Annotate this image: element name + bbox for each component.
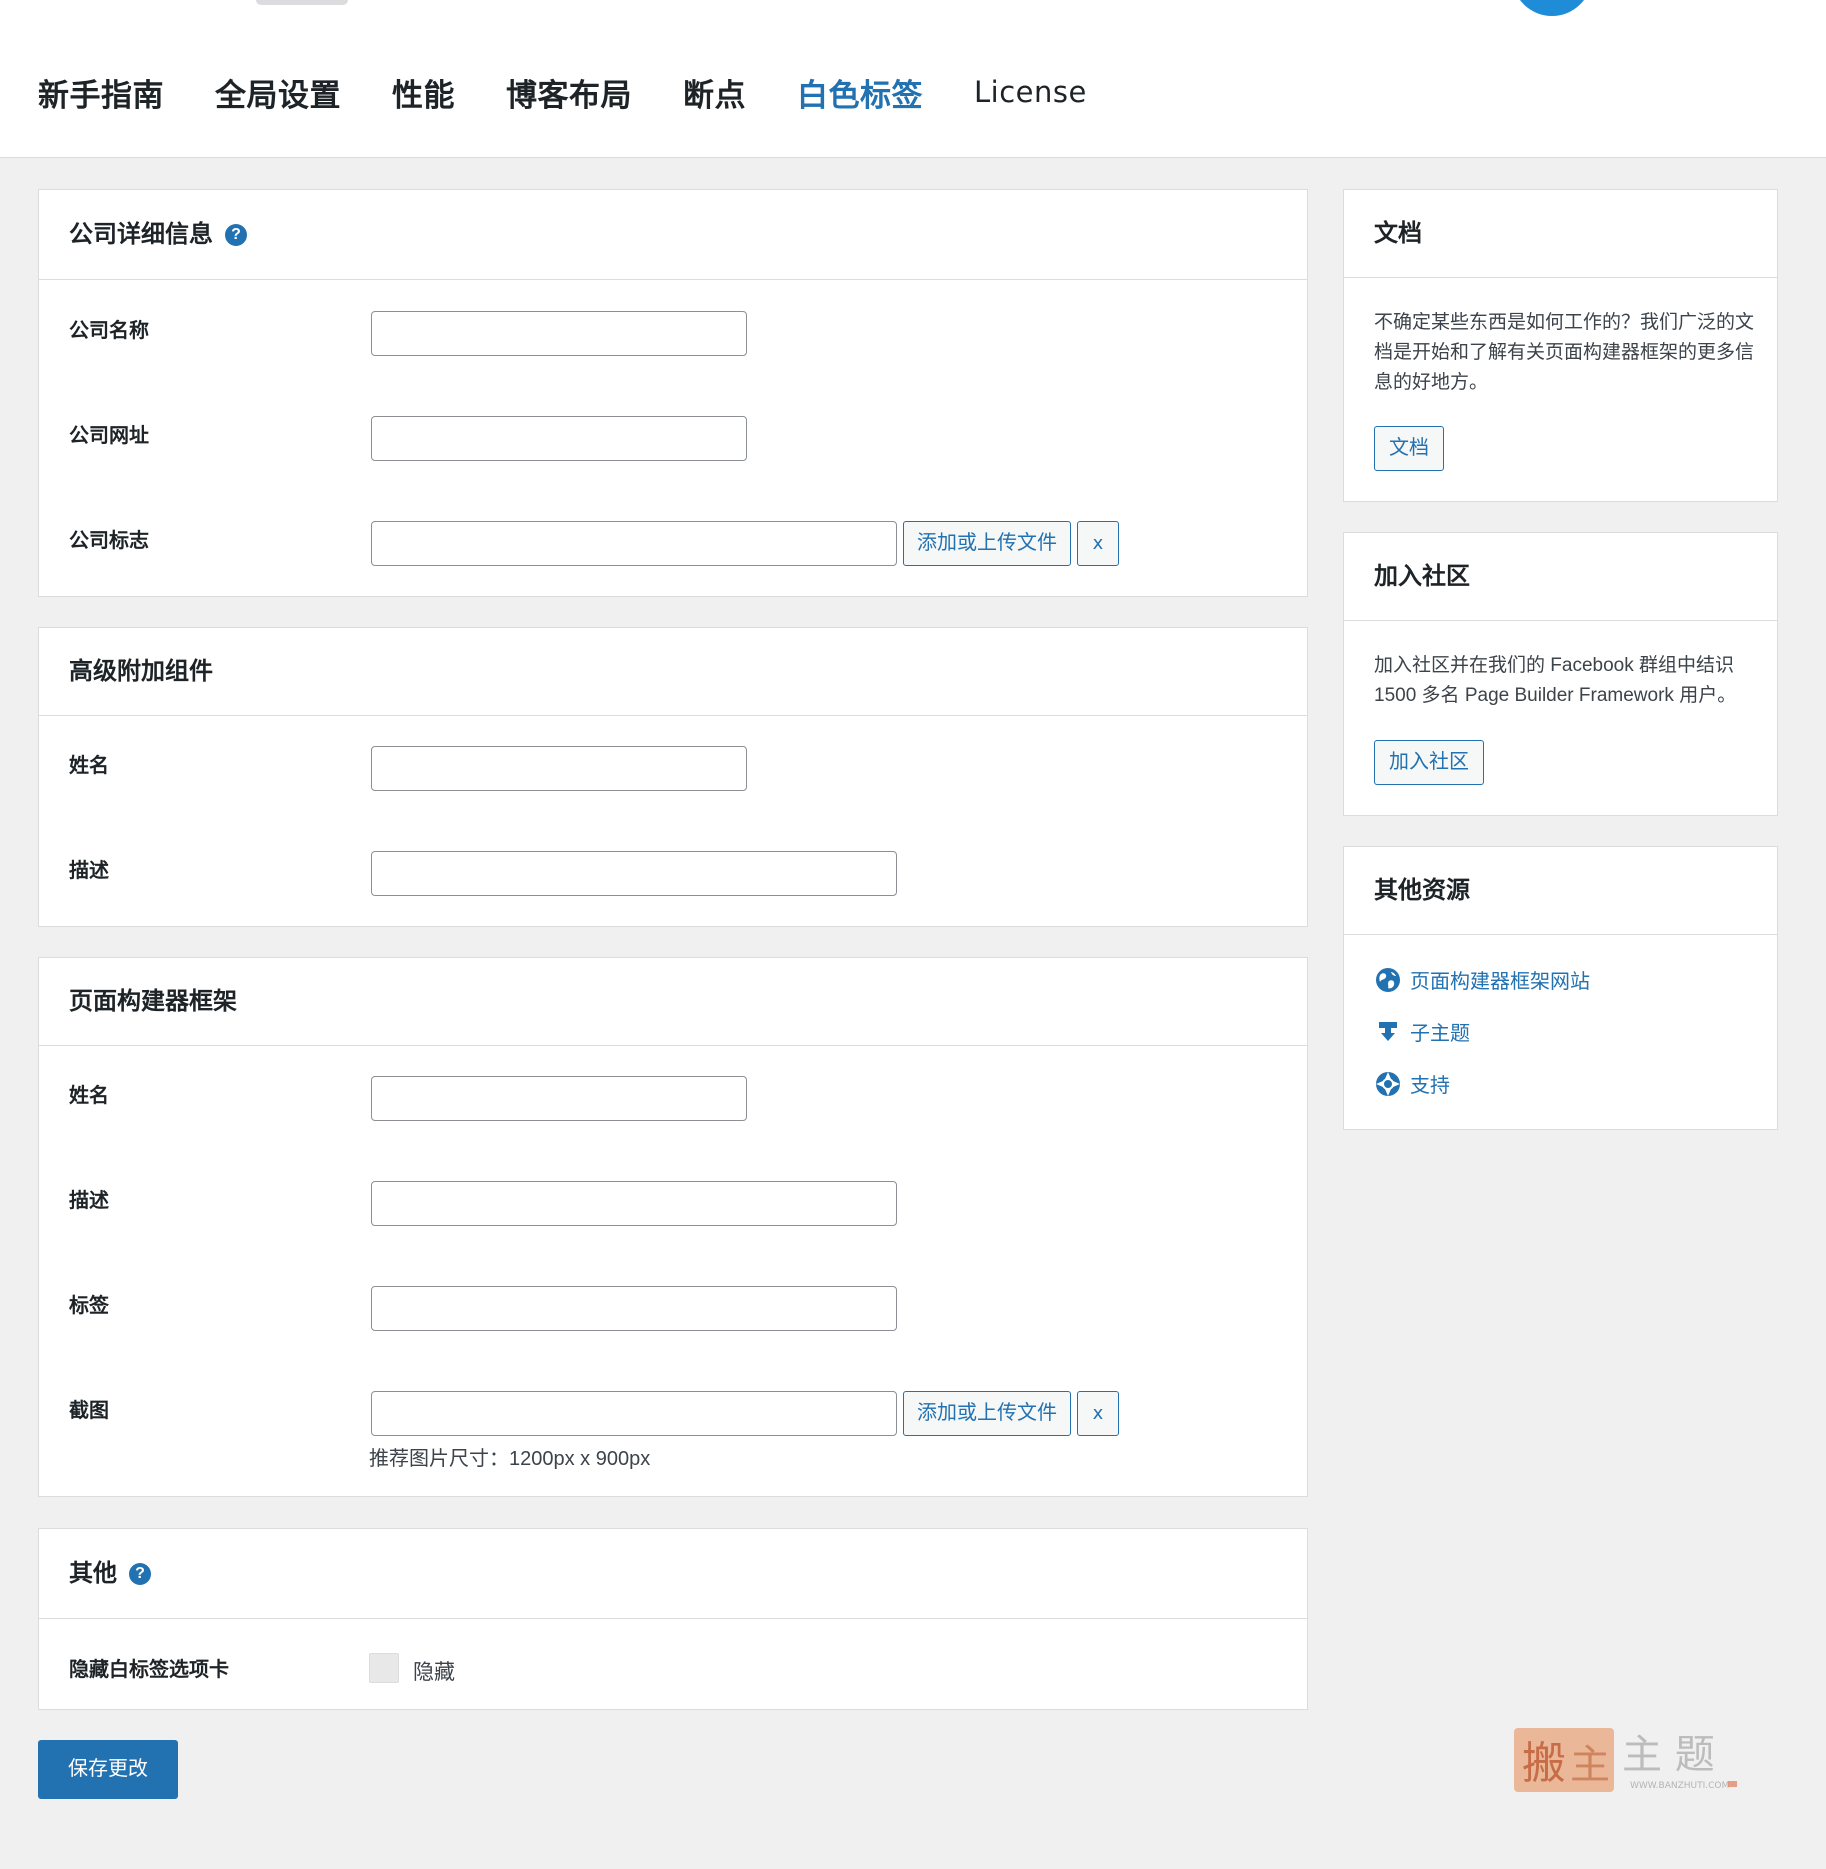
download-icon [1374, 1018, 1402, 1046]
community-panel: 加入社区 加入社区并在我们的 Facebook 群组中结识 1500 多名 Pa… [1343, 532, 1778, 816]
company-logo-label: 公司标志 [69, 530, 149, 552]
panel-header: 页面构建器框架 [39, 958, 1307, 1046]
svg-text:搬: 搬 [1522, 1738, 1566, 1789]
resource-link-label: 子主题 [1410, 1023, 1470, 1045]
addon-description-input[interactable] [371, 851, 897, 896]
hide-white-label-tab-label: 隐藏白标签选项卡 [69, 1659, 229, 1681]
top-handle [256, 0, 348, 5]
top-header: 新手指南 全局设置 性能 博客布局 断点 白色标签 License [0, 0, 1826, 158]
svg-text:主 题: 主 题 [1622, 1732, 1715, 1778]
framework-name-label: 姓名 [69, 1085, 109, 1107]
panel-title: 其他 [69, 1560, 117, 1587]
avatar[interactable] [1512, 0, 1592, 16]
upload-logo-button[interactable]: 添加或上传文件 [903, 521, 1071, 566]
addon-name-input[interactable] [371, 746, 747, 791]
panel-title: 文档 [1374, 220, 1422, 247]
resource-link-child-theme[interactable]: 子主题 [1374, 1017, 1470, 1046]
advanced-addons-panel: 高级附加组件 姓名 描述 [38, 627, 1308, 927]
framework-description-input[interactable] [371, 1181, 897, 1226]
other-panel: 其他 ? 隐藏白标签选项卡 隐藏 [38, 1528, 1308, 1710]
resource-link-website[interactable]: 页面构建器框架网站 [1374, 965, 1590, 994]
panel-header: 加入社区 [1344, 533, 1777, 621]
docs-panel: 文档 不确定某些东西是如何工作的？我们广泛的文档是开始和了解有关页面构建器框架的… [1343, 189, 1778, 502]
resource-link-support[interactable]: 支持 [1374, 1069, 1450, 1098]
resources-panel: 其他资源 页面构建器框架网站 子主题 支持 [1343, 846, 1778, 1130]
clear-screenshot-button[interactable]: x [1077, 1391, 1119, 1436]
resource-link-label: 页面构建器框架网站 [1410, 971, 1590, 993]
framework-screenshot-label: 截图 [69, 1400, 109, 1422]
panel-title: 高级附加组件 [69, 658, 213, 685]
framework-tags-input[interactable] [371, 1286, 897, 1331]
framework-panel: 页面构建器框架 姓名 描述 标签 截图 添加或上传文件 x 推荐图片尺寸：120… [38, 957, 1308, 1497]
addon-name-label: 姓名 [69, 755, 109, 777]
panel-header: 其他资源 [1344, 847, 1777, 935]
framework-name-input[interactable] [371, 1076, 747, 1121]
panel-header: 公司详细信息 ? [39, 190, 1307, 280]
addon-description-label: 描述 [69, 860, 109, 882]
tab-breakpoints[interactable]: 断点 [683, 70, 746, 115]
help-icon[interactable]: ? [225, 224, 247, 246]
checkbox-label[interactable]: 隐藏 [413, 1656, 455, 1686]
clear-logo-button[interactable]: x [1077, 521, 1119, 566]
svg-text:主: 主 [1570, 1742, 1610, 1788]
upload-screenshot-button[interactable]: 添加或上传文件 [903, 1391, 1071, 1436]
save-changes-button[interactable]: 保存更改 [38, 1740, 178, 1799]
lifebuoy-icon [1374, 1070, 1402, 1098]
community-description: 加入社区并在我们的 Facebook 群组中结识 1500 多名 Page Bu… [1374, 655, 1737, 706]
settings-tabs: 新手指南 全局设置 性能 博客布局 断点 白色标签 License [38, 68, 1138, 116]
framework-tags-label: 标签 [69, 1295, 109, 1317]
framework-description-label: 描述 [69, 1190, 109, 1212]
panel-header: 其他 ? [39, 1529, 1307, 1619]
image-size-hint: 推荐图片尺寸：1200px x 900px [369, 1448, 651, 1470]
company-logo-input[interactable] [371, 521, 897, 566]
join-community-button[interactable]: 加入社区 [1374, 740, 1484, 785]
panel-title: 其他资源 [1374, 877, 1470, 904]
resource-link-label: 支持 [1410, 1075, 1450, 1097]
tab-license[interactable]: License [974, 75, 1087, 109]
panel-title: 页面构建器框架 [69, 988, 237, 1015]
panel-header: 文档 [1344, 190, 1777, 278]
company-details-panel: 公司详细信息 ? 公司名称 公司网址 公司标志 添加或上传文件 x [38, 189, 1308, 597]
panel-title: 公司详细信息 [69, 221, 213, 248]
panel-title: 加入社区 [1374, 563, 1470, 590]
hide-white-label-checkbox[interactable] [369, 1653, 399, 1683]
tab-global-settings[interactable]: 全局设置 [215, 70, 341, 115]
tab-performance[interactable]: 性能 [392, 70, 455, 115]
company-name-input[interactable] [371, 311, 747, 356]
company-url-label: 公司网址 [69, 425, 149, 447]
watermark-logo: 搬 主 主 题 WWW.BANZHUTI.COM [1512, 1724, 1742, 1796]
company-name-label: 公司名称 [69, 320, 149, 342]
framework-screenshot-input[interactable] [371, 1391, 897, 1436]
tab-getting-started[interactable]: 新手指南 [38, 70, 164, 115]
tab-white-label[interactable]: 白色标签 [797, 70, 923, 115]
docs-button[interactable]: 文档 [1374, 426, 1444, 471]
tab-blog-layout[interactable]: 博客布局 [506, 70, 632, 115]
help-icon[interactable]: ? [129, 1563, 151, 1585]
company-url-input[interactable] [371, 416, 747, 461]
docs-description: 不确定某些东西是如何工作的？我们广泛的文档是开始和了解有关页面构建器框架的更多信… [1374, 312, 1755, 393]
globe-icon [1374, 966, 1402, 994]
svg-text:WWW.BANZHUTI.COM: WWW.BANZHUTI.COM [1630, 1781, 1729, 1791]
panel-header: 高级附加组件 [39, 628, 1307, 716]
